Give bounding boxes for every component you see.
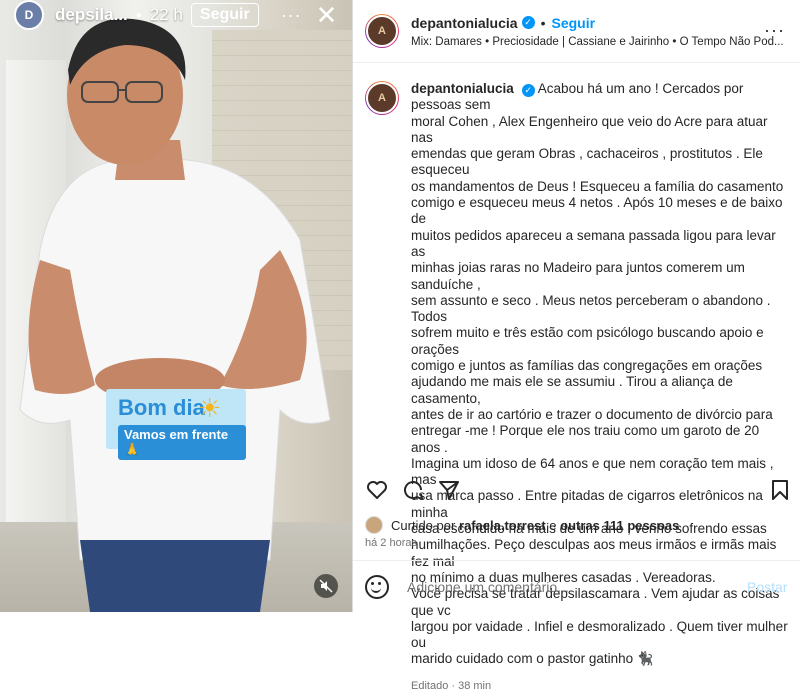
caption-line: largou por vaidade . Infiel e desmoraliz… xyxy=(411,618,788,651)
sun-icon: ☀ xyxy=(198,393,222,423)
comment-bar: Postar xyxy=(353,560,800,613)
likes-prefix: Curtido por xyxy=(391,517,456,533)
story-avatar[interactable]: D xyxy=(14,0,44,30)
sticker-subtitle: Vamos em frente 🙏 xyxy=(118,425,246,460)
music-track[interactable]: Mix: Damares • Preciosidade | Cassiane e… xyxy=(411,36,784,48)
action-bar xyxy=(353,478,800,508)
emoji-icon[interactable] xyxy=(365,575,389,599)
liker-avatar[interactable] xyxy=(365,516,383,534)
save-bookmark-icon[interactable] xyxy=(769,478,791,502)
post-comment-button[interactable]: Postar xyxy=(747,579,787,595)
sticker-title: Bom dia xyxy=(118,395,205,420)
likes-and: e xyxy=(549,517,557,533)
caption-line: marido cuidado com o pastor gatinho 🐈‍⬛ xyxy=(411,651,654,667)
separator-dot: • xyxy=(540,14,546,31)
caption-line: minhas joias raras no Madeiro para junto… xyxy=(411,260,745,292)
story-header: D depsila... ● 22 h Seguir ··· ✕ xyxy=(0,0,352,30)
likes-user[interactable]: rafaela.torrest xyxy=(459,518,546,533)
story-follow-button[interactable]: Seguir xyxy=(190,3,259,27)
close-icon[interactable]: ✕ xyxy=(316,2,338,28)
caption-line: muitos pedidos apareceu a semana passada… xyxy=(411,227,776,259)
mute-icon[interactable] xyxy=(314,574,338,598)
edited-time: Editado · 38 min xyxy=(411,679,492,692)
story-time: 22 h xyxy=(149,5,183,24)
verified-badge-icon: ✓ xyxy=(521,16,535,29)
caption-line: entregar -me ! Porque ele nos traiu como… xyxy=(411,423,760,455)
caption-line: comigo e juntos as famílias das congrega… xyxy=(411,358,763,374)
caption-line: sem assunto e seco . Meus netos perceber… xyxy=(411,292,771,325)
story-viewer[interactable]: D depsila... ● 22 h Seguir ··· ✕ Bom dia… xyxy=(0,0,352,612)
comment-icon[interactable] xyxy=(401,478,425,502)
caption-line: emendas que geram Obras , cachaceiros , … xyxy=(411,146,763,178)
author-username[interactable]: depantonialucia xyxy=(411,15,518,31)
likes-others[interactable]: outras 111 pessoas xyxy=(560,518,679,533)
story-username[interactable]: depsila... xyxy=(55,5,128,25)
caption-avatar[interactable]: A xyxy=(365,81,399,115)
caption-line: antes de ir ao cartório e trazer o docum… xyxy=(411,406,773,422)
story-verified-dot: ● xyxy=(135,9,142,21)
more-options-icon[interactable]: ··· xyxy=(764,20,785,41)
caption-line: ajudando me mais ele se assumiu . Tirou … xyxy=(411,374,733,406)
likes-summary: Curtido por rafaela.torrest e outras 111… xyxy=(365,516,679,534)
caption-line: moral Cohen , Alex Engenheiro que veio d… xyxy=(411,113,768,145)
caption-line: os mandamentos de Deus ! Esqueceu a famí… xyxy=(411,178,784,194)
post-panel: A depantonialucia ✓ • Seguir Mix: Damare… xyxy=(352,0,800,692)
comment-input[interactable] xyxy=(405,578,739,596)
greeting-sticker: Bom dia ☀ Vamos em frente 🙏 xyxy=(106,389,246,460)
post-time: há 2 horas xyxy=(365,537,417,549)
caption-line: comigo e esqueceu meus 4 netos . Após 10… xyxy=(411,195,783,227)
like-heart-icon[interactable] xyxy=(365,478,389,502)
caption-username[interactable]: depantonialucia xyxy=(411,81,514,96)
post-header: A depantonialucia ✓ • Seguir Mix: Damare… xyxy=(353,0,800,63)
caption-line: sofrem muito e três estão com psicólogo … xyxy=(411,325,764,357)
verified-badge-icon: ✓ xyxy=(521,83,535,97)
follow-button[interactable]: Seguir xyxy=(551,15,595,31)
person-image xyxy=(19,18,331,612)
author-avatar[interactable]: A xyxy=(365,14,399,48)
story-more-icon[interactable]: ··· xyxy=(281,5,302,26)
share-icon[interactable] xyxy=(437,478,461,502)
